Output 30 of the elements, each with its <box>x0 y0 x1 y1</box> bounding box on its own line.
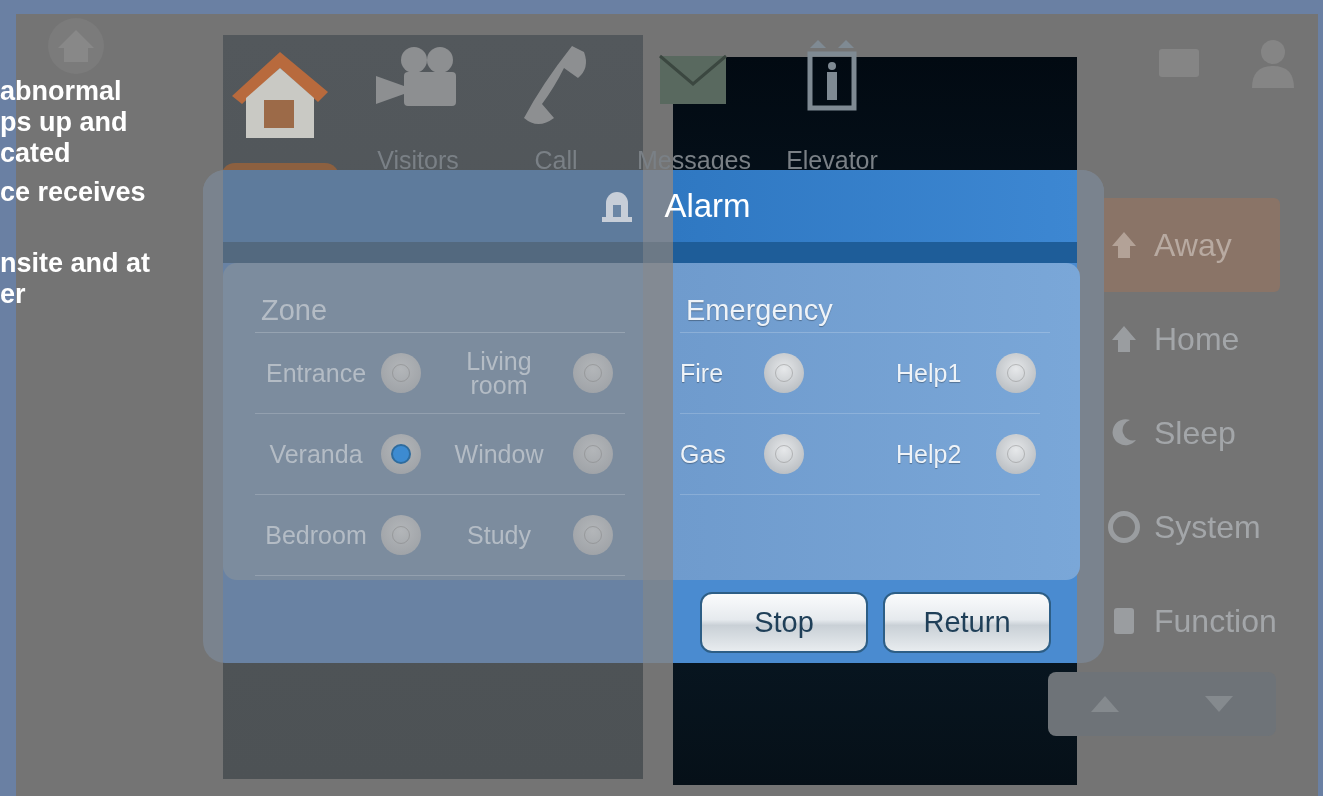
radio-button[interactable] <box>573 434 613 474</box>
radio-button[interactable] <box>764 353 804 393</box>
radio-button[interactable] <box>573 353 613 393</box>
radio-button[interactable] <box>381 515 421 555</box>
radio-button[interactable] <box>573 515 613 555</box>
paragraph-text: ce receives <box>0 177 147 208</box>
gear-icon <box>1108 510 1140 544</box>
option-label: Entrance <box>264 361 368 385</box>
siren-icon <box>600 189 635 223</box>
option-label: Study <box>466 523 532 547</box>
option-label: Living room <box>465 349 533 397</box>
radio-button[interactable] <box>996 434 1036 474</box>
radio-button[interactable] <box>381 353 421 393</box>
dialog-button[interactable]: Stop <box>700 592 868 653</box>
option-label: Window <box>454 442 544 466</box>
dialog-title: Alarm <box>664 187 751 225</box>
option-label: Veranda <box>268 442 364 466</box>
radio-button[interactable] <box>381 434 421 474</box>
option-label: Fire <box>680 361 725 385</box>
radio-button[interactable] <box>996 353 1036 393</box>
option-label: Bedroom <box>264 523 368 547</box>
section-heading: Zone <box>255 290 625 333</box>
option-label: Help2 <box>896 442 963 466</box>
option-label: Help1 <box>896 361 963 385</box>
section-heading: Emergency <box>680 290 1050 333</box>
radio-button[interactable] <box>764 434 804 474</box>
paragraph-text: nsite and at er <box>0 248 151 310</box>
paragraph-text: abnormal ps up and cated <box>0 76 129 169</box>
option-label: Gas <box>680 442 727 466</box>
dialog-button[interactable]: Return <box>883 592 1051 653</box>
